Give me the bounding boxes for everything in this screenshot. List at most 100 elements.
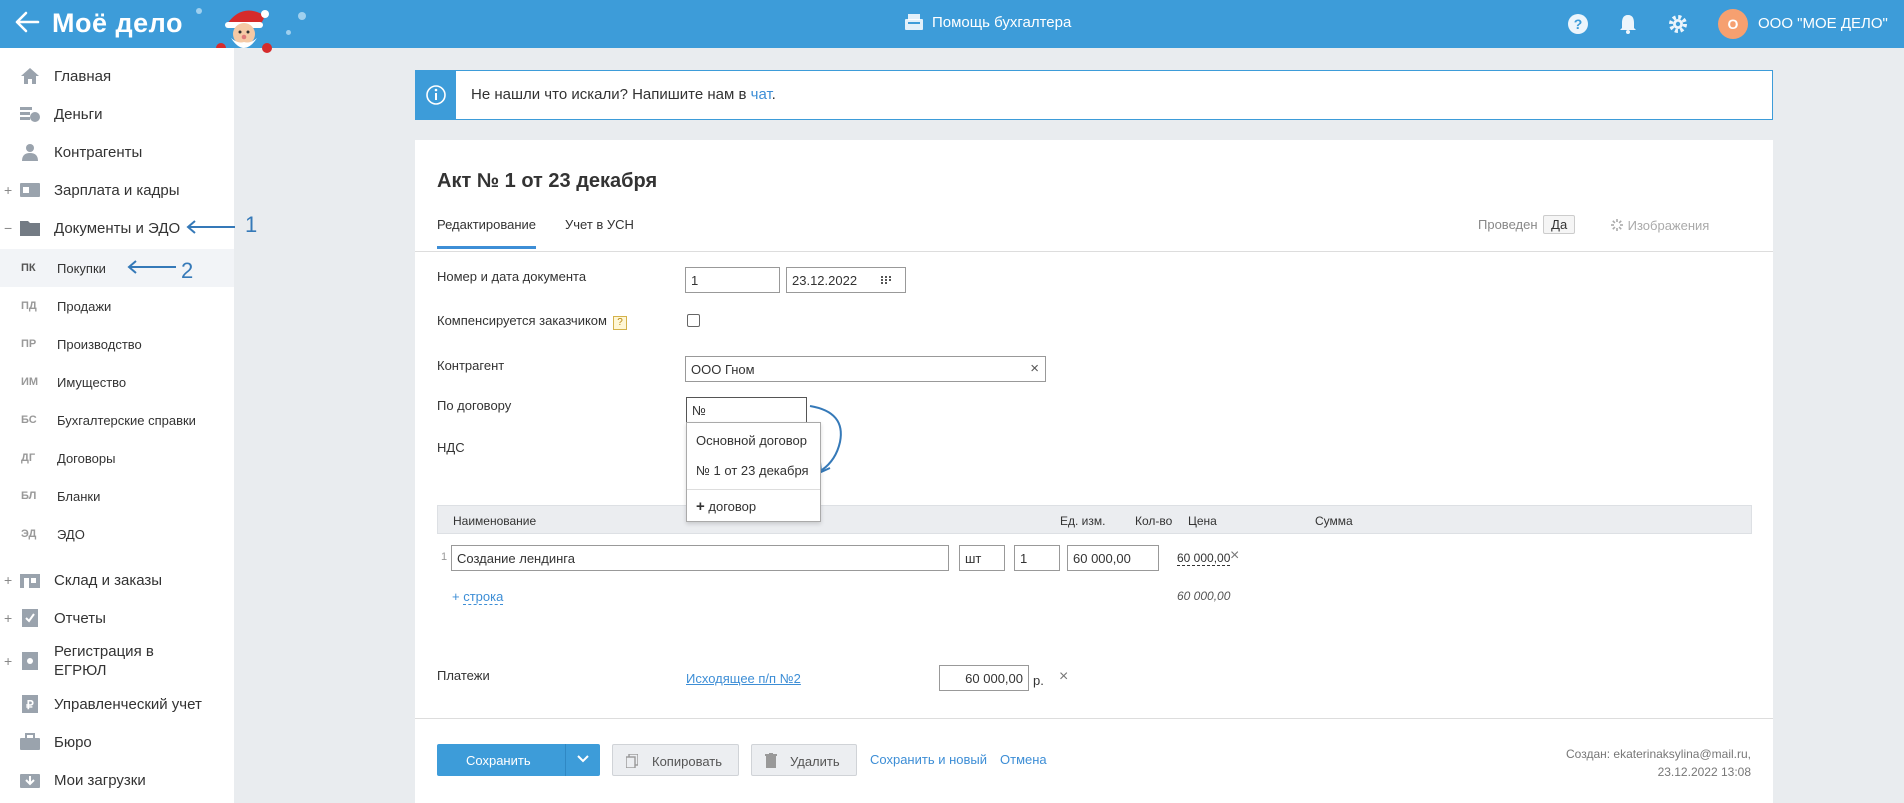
management-icon: ₽ [22, 695, 38, 713]
sidebar-item-money[interactable]: Деньги [0, 95, 234, 133]
add-row-button[interactable]: + строка [452, 589, 504, 605]
copy-icon [626, 754, 638, 768]
sidebar-item-home[interactable]: Главная [0, 57, 234, 95]
calendar-icon[interactable] [881, 276, 891, 284]
sidebar-item-registration[interactable]: + Регистрация в ЕГРЮЛ [0, 637, 234, 685]
document-number-input[interactable]: 1 [685, 267, 780, 293]
column-sum: Сумма [1315, 514, 1353, 528]
tab-editing[interactable]: Редактирование [437, 217, 537, 249]
sidebar: Главная Деньги Контрагенты + Зарплата и … [0, 48, 257, 803]
add-contract-option[interactable]: + договор [696, 498, 756, 515]
annotation-arrow-icon [186, 220, 235, 234]
payments-label: Платежи [437, 668, 490, 683]
sidebar-subitem-edo[interactable]: ЭД ЭДО [0, 515, 234, 553]
price-input[interactable]: 60 000,00 [1067, 545, 1159, 571]
reports-icon [22, 609, 38, 627]
info-text: Не нашли что искали? Напишите нам в чат. [471, 86, 776, 103]
payment-amount-input[interactable]: 60 000,00 [939, 665, 1029, 691]
sidebar-subitem-production[interactable]: ПР Производство [0, 325, 234, 363]
expand-icon[interactable]: + [4, 572, 12, 588]
svg-text:₽: ₽ [26, 698, 34, 712]
dropdown-option-contract-1[interactable]: № 1 от 23 декабря [696, 463, 809, 478]
gear-icon[interactable] [1667, 13, 1689, 35]
contract-input[interactable]: № [686, 397, 807, 423]
sidebar-item-management[interactable]: ₽ Управленческий учет [0, 685, 234, 723]
sidebar-subitem-contracts[interactable]: ДГ Договоры [0, 439, 234, 477]
cancel-link[interactable]: Отмена [1000, 752, 1047, 767]
document-card: Акт № 1 от 23 декабря Редактирование Уче… [415, 140, 1773, 803]
row-sum[interactable]: 60 000,00 [1177, 551, 1231, 566]
register-icon [905, 14, 923, 30]
help-icon[interactable]: ? [1567, 13, 1589, 35]
clear-icon[interactable]: × [1030, 360, 1039, 377]
folder-icon [20, 221, 40, 236]
annotation-1: 1 [245, 212, 258, 237]
payment-link[interactable]: Исходящее п/п №2 [686, 671, 801, 686]
chevron-down-icon[interactable] [577, 751, 589, 768]
collapse-icon[interactable]: − [4, 220, 12, 236]
snowflake-icon [286, 30, 291, 35]
sidebar-item-reports[interactable]: + Отчеты [0, 599, 234, 637]
accountant-help-link[interactable]: Помощь бухгалтера [904, 13, 1071, 31]
save-and-new-link[interactable]: Сохранить и новый [870, 752, 987, 767]
tabs-divider [415, 251, 1773, 252]
sidebar-item-bureau[interactable]: Бюро [0, 723, 234, 761]
company-name[interactable]: ООО "МОЕ ДЕЛО" [1758, 15, 1888, 32]
remove-payment-icon[interactable]: × [1059, 668, 1068, 686]
back-arrow-icon[interactable] [14, 10, 40, 38]
contract-label: По договору [437, 398, 512, 413]
help-question-icon[interactable]: ? [612, 316, 627, 330]
warehouse-icon [20, 574, 40, 588]
expand-icon[interactable]: + [4, 182, 12, 198]
sidebar-item-downloads[interactable]: Мои загрузки [0, 761, 234, 799]
column-unit: Ед. изм. [1060, 514, 1106, 528]
money-icon [20, 107, 40, 122]
expand-icon[interactable]: + [4, 653, 12, 669]
sidebar-subitem-purchases[interactable]: ПК Покупки [0, 249, 234, 287]
sidebar-subitem-sales[interactable]: ПД Продажи [0, 287, 234, 325]
table-header: Наименование Ед. изм. Кол-во Цена Сумма [437, 505, 1752, 534]
item-name-input[interactable]: Создание лендинга [451, 545, 949, 571]
salary-icon [20, 183, 40, 197]
copy-button[interactable]: Копировать [612, 744, 739, 776]
sidebar-item-salary[interactable]: + Зарплата и кадры [0, 171, 234, 209]
contract-dropdown: Основной договор № 1 от 23 декабря + дог… [686, 422, 821, 522]
table-total: 60 000,00 [1177, 589, 1231, 603]
document-date-input[interactable]: 23.12.2022 [786, 267, 906, 293]
dropdown-option-main-contract[interactable]: Основной договор [696, 433, 807, 448]
svg-text:?: ? [1574, 16, 1583, 32]
sidebar-subitem-property[interactable]: ИМ Имущество [0, 363, 234, 401]
posted-toggle[interactable]: Да [1543, 215, 1576, 234]
bell-icon[interactable] [1617, 13, 1639, 35]
posted-status: Проведен Да [1478, 215, 1576, 234]
company-avatar[interactable]: О [1718, 9, 1748, 39]
quantity-input[interactable]: 1 [1014, 545, 1060, 571]
sidebar-subitem-forms[interactable]: БЛ Бланки [0, 477, 234, 515]
top-bar: Моё дело Помощь бухгалтера ? О ООО "МОЕ … [0, 0, 1904, 53]
chat-link[interactable]: чат [751, 86, 772, 103]
vat-label: НДС [437, 440, 465, 455]
row-number: 1 [441, 551, 448, 563]
sidebar-item-contractors[interactable]: Контрагенты [0, 133, 234, 171]
info-banner: Не нашли что искали? Напишите нам в чат. [415, 70, 1773, 120]
compensated-label: Компенсируется заказчиком? [437, 313, 627, 330]
expand-icon[interactable]: + [4, 610, 12, 626]
counterparty-label: Контрагент [437, 358, 505, 373]
sidebar-item-warehouse[interactable]: + Склад и заказы [0, 561, 234, 599]
remove-row-icon[interactable]: × [1230, 547, 1239, 565]
info-icon [416, 71, 456, 119]
annotation-arrow-icon [127, 260, 176, 274]
unit-input[interactable]: шт [959, 545, 1005, 571]
delete-button[interactable]: Удалить [751, 744, 857, 776]
helper-label: Помощь бухгалтера [932, 13, 1072, 31]
save-button[interactable]: Сохранить [437, 744, 600, 776]
santa-icon [216, 10, 272, 53]
images-button[interactable]: Изображения [1610, 218, 1709, 233]
contractors-icon [22, 144, 38, 161]
page-title: Акт № 1 от 23 декабря [437, 170, 658, 192]
sidebar-subitem-accounting-notes[interactable]: БС Бухгалтерские справки [0, 401, 234, 439]
counterparty-input[interactable]: ООО Гном × [685, 356, 1046, 382]
app-logo[interactable]: Моё дело [52, 8, 183, 39]
tab-usn[interactable]: Учет в УСН [565, 217, 634, 232]
compensated-checkbox[interactable] [687, 314, 700, 327]
